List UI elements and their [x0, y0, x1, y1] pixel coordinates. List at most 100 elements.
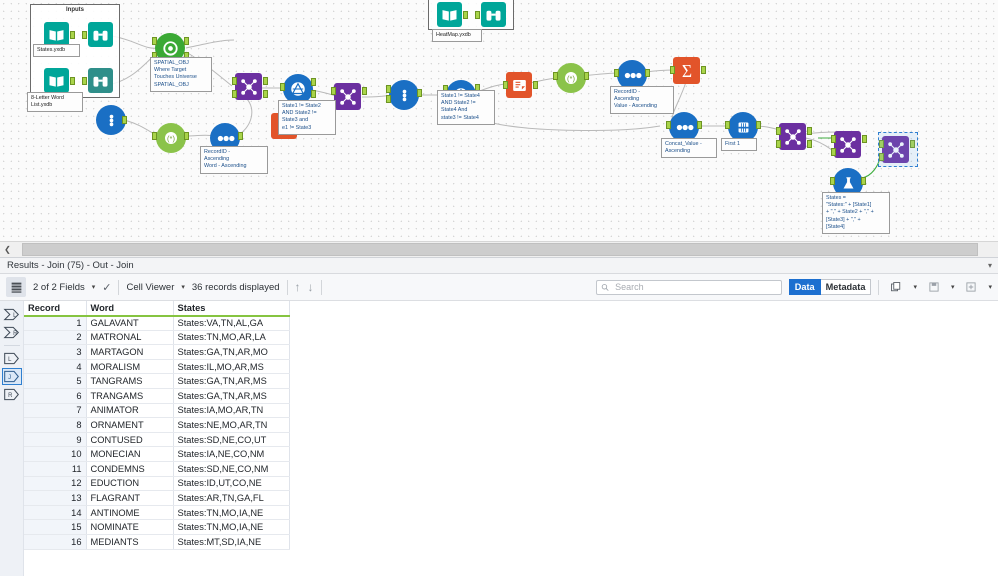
anchor-left-in[interactable]: L: [3, 307, 21, 322]
cell-word[interactable]: MONECIAN: [86, 446, 174, 463]
table-row[interactable]: 2 MATRONAL States:TN,MO,AR,LA: [24, 330, 290, 346]
table-layout-icon[interactable]: [6, 277, 26, 297]
input-nub[interactable]: [386, 85, 391, 93]
cell-record[interactable]: 2: [24, 330, 87, 346]
cell-record[interactable]: 10: [24, 446, 87, 463]
output-nub[interactable]: [697, 121, 702, 129]
table-row[interactable]: 3 MARTAGON States:GA,TN,AR,MO: [24, 344, 290, 360]
output-nub[interactable]: [184, 37, 189, 45]
cell-word[interactable]: MEDIANTS: [86, 534, 174, 550]
canvas-horizontal-scrollbar[interactable]: ❮: [0, 241, 998, 257]
output-nub[interactable]: [70, 31, 75, 39]
text-to-columns-tool[interactable]: (*): [156, 123, 186, 153]
cell-states[interactable]: States:AR,TN,GA,FL: [173, 490, 290, 506]
browse-states-tool[interactable]: [88, 22, 113, 47]
input-nub[interactable]: [553, 72, 558, 80]
viewer-caret-icon[interactable]: ▾: [181, 283, 185, 291]
cell-states[interactable]: States:SD,NE,CO,UT: [173, 432, 290, 448]
output-nub[interactable]: [861, 177, 866, 185]
tab-metadata[interactable]: Metadata: [820, 279, 872, 295]
input-nub[interactable]: [82, 31, 87, 39]
input-nub[interactable]: [831, 135, 836, 143]
output-nub[interactable]: [862, 135, 867, 143]
output-nub[interactable]: [70, 77, 75, 85]
cell-record[interactable]: 4: [24, 359, 87, 375]
output-nub[interactable]: [311, 90, 316, 98]
workflow-canvas[interactable]: Inputs States.yxdb 8-Letter Word List.yx…: [0, 0, 998, 241]
table-row[interactable]: 16 MEDIANTS States:MT,SD,IA,NE: [24, 534, 290, 550]
cell-states[interactable]: States:GA,TN,AR,MS: [173, 373, 290, 390]
output-nub[interactable]: [263, 77, 268, 85]
table-row[interactable]: 11 CONDEMNS States:SD,NE,CO,NM: [24, 461, 290, 477]
output-nub[interactable]: [533, 81, 538, 89]
input-nub[interactable]: [503, 81, 508, 89]
chevron-down-icon[interactable]: ▾: [988, 261, 992, 270]
input-words-tool[interactable]: [44, 68, 69, 93]
cell-word[interactable]: ANIMATOR: [86, 403, 174, 419]
input-nub[interactable]: [152, 37, 157, 45]
table-row[interactable]: 13 FLAGRANT States:AR,TN,GA,FL: [24, 490, 290, 506]
join-tool-2[interactable]: [334, 83, 361, 110]
cell-states[interactable]: States:MT,SD,IA,NE: [173, 534, 290, 550]
output-nub[interactable]: [584, 72, 589, 80]
cell-record[interactable]: 7: [24, 403, 87, 419]
table-row[interactable]: 12 EDUCTION States:ID,UT,CO,NE: [24, 476, 290, 492]
cell-record[interactable]: 12: [24, 476, 87, 492]
output-nub[interactable]: [122, 116, 127, 124]
output-nub[interactable]: [417, 89, 422, 97]
results-titlebar[interactable]: Results - Join (75) - Out - Join ▾: [0, 257, 998, 274]
cell-word[interactable]: TANGRAMS: [86, 373, 174, 390]
output-nub[interactable]: [807, 140, 812, 148]
fields-caret-icon[interactable]: ▾: [92, 283, 96, 291]
cell-states[interactable]: States:GA,TN,AR,MS: [173, 388, 290, 404]
output-nub[interactable]: [463, 11, 468, 19]
table-row[interactable]: 14 ANTINOME States:TN,MO,IA,NE: [24, 505, 290, 521]
arrow-up-icon[interactable]: ↑: [295, 280, 301, 294]
data-metadata-toggle[interactable]: Data Metadata: [788, 279, 872, 295]
scroll-left-icon[interactable]: ❮: [0, 242, 15, 257]
input-nub[interactable]: [725, 121, 730, 129]
cell-record[interactable]: 8: [24, 417, 87, 433]
table-row[interactable]: 10 MONECIAN States:IA,NE,CO,NM: [24, 446, 290, 463]
anchor-left-out[interactable]: L: [3, 351, 21, 366]
cell-states[interactable]: States:SD,NE,CO,NM: [173, 461, 290, 477]
join-tool-1[interactable]: [235, 73, 262, 100]
input-nub[interactable]: [666, 121, 671, 129]
input-nub[interactable]: [152, 132, 157, 140]
cell-word[interactable]: CONDEMNS: [86, 461, 174, 477]
cell-word[interactable]: ORNAMENT: [86, 417, 174, 433]
add-caret-icon[interactable]: ▾: [988, 283, 992, 291]
browse-words-tool[interactable]: [88, 68, 113, 93]
cell-word[interactable]: CONTUSED: [86, 432, 174, 448]
input-nub[interactable]: [776, 127, 781, 135]
cell-states[interactable]: States:IA,NE,CO,NM: [173, 446, 290, 463]
input-nub[interactable]: [614, 69, 619, 77]
transpose-tool-2[interactable]: [506, 72, 532, 98]
anchor-join-out[interactable]: J: [1, 368, 22, 385]
output-nub[interactable]: [362, 87, 367, 95]
table-row[interactable]: 8 ORNAMENT States:NE,MO,AR,TN: [24, 417, 290, 433]
table-row[interactable]: 6 TRANGAMS States:GA,TN,AR,MS: [24, 388, 290, 404]
anchor-right-out[interactable]: R: [3, 387, 21, 402]
input-nub[interactable]: [776, 140, 781, 148]
arrow-down-icon[interactable]: ↓: [308, 280, 314, 294]
scrollbar-track[interactable]: [15, 243, 998, 256]
input-nub[interactable]: [280, 83, 285, 91]
table-row[interactable]: 1 GALAVANT States:VA,TN,AL,GA: [24, 315, 290, 331]
input-nub[interactable]: [831, 148, 836, 156]
output-nub[interactable]: [807, 127, 812, 135]
cell-states[interactable]: States:TN,MO,IA,NE: [173, 505, 290, 521]
output-nub[interactable]: [311, 78, 316, 86]
table-row[interactable]: 15 NOMINATE States:TN,MO,IA,NE: [24, 519, 290, 535]
cell-record[interactable]: 3: [24, 344, 87, 360]
save-button[interactable]: [924, 277, 944, 297]
join-tool-4[interactable]: [834, 131, 861, 158]
cell-states[interactable]: States:TN,MO,AR,LA: [173, 330, 290, 346]
input-nub[interactable]: [232, 77, 237, 85]
cell-word[interactable]: FLAGRANT: [86, 490, 174, 506]
save-caret-icon[interactable]: ▾: [951, 283, 955, 291]
cell-record[interactable]: 6: [24, 388, 87, 404]
input-nub[interactable]: [475, 11, 480, 19]
input-nub[interactable]: [830, 177, 835, 185]
cell-word[interactable]: NOMINATE: [86, 519, 174, 535]
